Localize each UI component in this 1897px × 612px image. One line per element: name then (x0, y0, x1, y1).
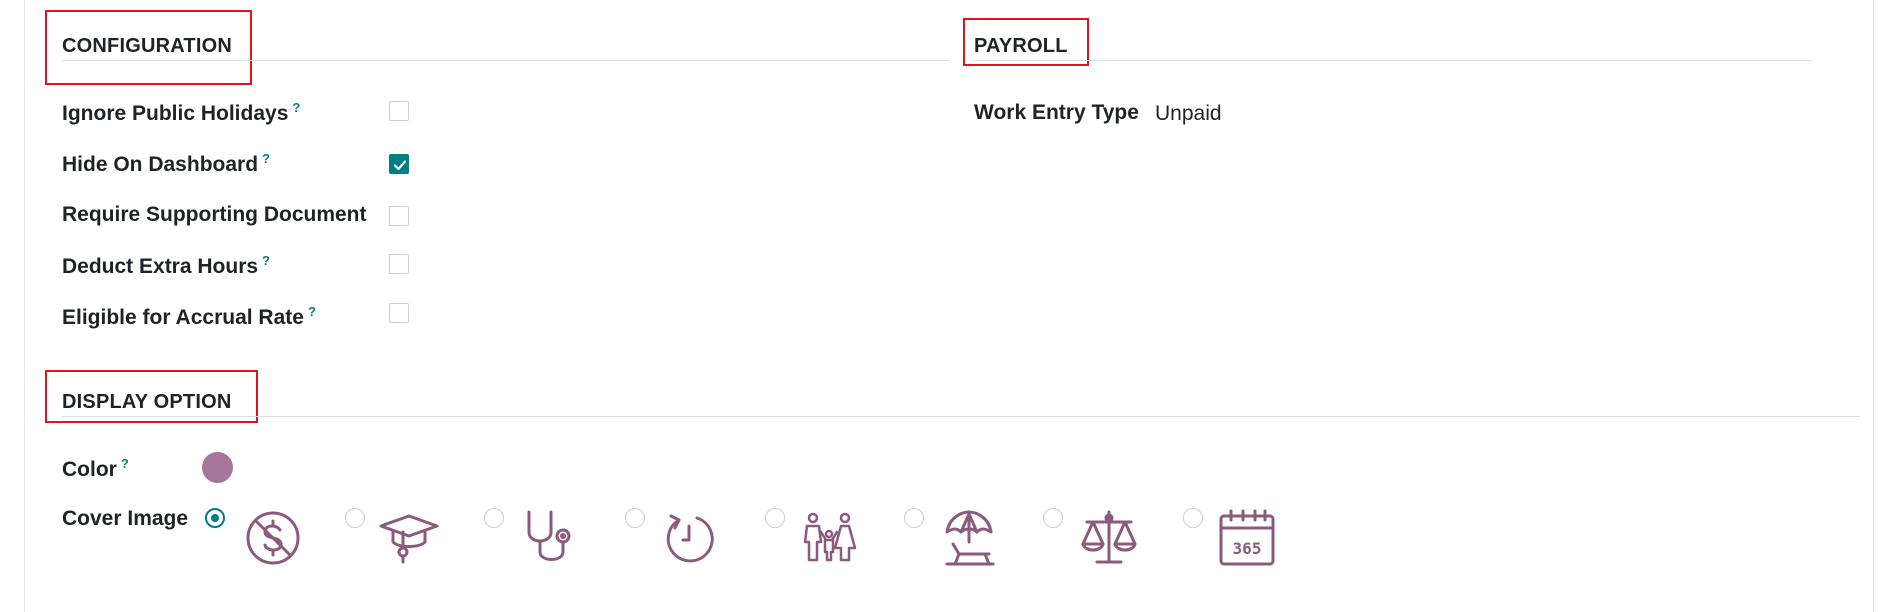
require-supporting-document-checkbox[interactable] (389, 206, 409, 226)
cover-image-radio-calendar[interactable] (1183, 508, 1203, 528)
field-ignore-public-holidays-label: Ignore Public Holidays? (62, 100, 301, 125)
cover-image-radio-graduation-cap[interactable] (345, 508, 365, 528)
no-money-icon[interactable] (243, 508, 303, 568)
calendar-365-icon[interactable]: 365 (1217, 508, 1277, 568)
help-icon[interactable]: ? (292, 100, 300, 115)
field-deduct-extra-hours-label: Deduct Extra Hours? (62, 253, 270, 278)
calendar-365-text: 365 (1233, 539, 1262, 558)
cover-image-radio-stethoscope[interactable] (484, 508, 504, 528)
cover-image-radio-clock-rewind[interactable] (625, 508, 645, 528)
cover-image-label: Cover Image (62, 507, 189, 530)
deduct-extra-hours-checkbox[interactable] (389, 254, 409, 274)
clock-rewind-icon[interactable] (659, 508, 719, 568)
ignore-public-holidays-checkbox[interactable] (389, 101, 409, 121)
beach-umbrella-icon[interactable] (939, 508, 999, 568)
cover-image-radio-no-money[interactable] (205, 508, 225, 528)
cover-image-radio-scales[interactable] (1043, 508, 1063, 528)
section-divider (62, 416, 1860, 417)
field-eligible-for-accrual-rate-label: Eligible for Accrual Rate? (62, 304, 316, 329)
family-icon[interactable] (799, 508, 859, 568)
form-sheet: CONFIGURATION Ignore Public Holidays? Hi… (24, 0, 1874, 612)
work-entry-type-value[interactable]: Unpaid (1155, 102, 1222, 126)
stethoscope-icon[interactable] (519, 508, 579, 568)
color-label: Color? (62, 456, 129, 481)
work-entry-type-label: Work Entry Type (974, 101, 1139, 124)
cover-image-radio-beach-umbrella[interactable] (904, 508, 924, 528)
section-divider (62, 60, 950, 61)
section-divider (974, 60, 1812, 61)
help-icon[interactable]: ? (262, 253, 270, 268)
scales-icon[interactable] (1079, 508, 1139, 568)
graduation-cap-icon[interactable] (379, 508, 439, 568)
section-title-display-option: DISPLAY OPTION (62, 391, 232, 413)
field-require-supporting-document-label: Require Supporting Document (62, 203, 367, 226)
help-icon[interactable]: ? (308, 304, 316, 319)
field-hide-on-dashboard-label: Hide On Dashboard? (62, 151, 270, 176)
checkmark-icon (393, 160, 407, 171)
section-title-configuration: CONFIGURATION (62, 35, 232, 57)
section-title-payroll: PAYROLL (974, 35, 1068, 57)
cover-image-radio-family[interactable] (765, 508, 785, 528)
help-icon[interactable]: ? (121, 456, 129, 471)
hide-on-dashboard-checkbox[interactable] (389, 154, 409, 174)
eligible-for-accrual-rate-checkbox[interactable] (389, 303, 409, 323)
help-icon[interactable]: ? (262, 151, 270, 166)
color-swatch[interactable] (202, 452, 233, 483)
